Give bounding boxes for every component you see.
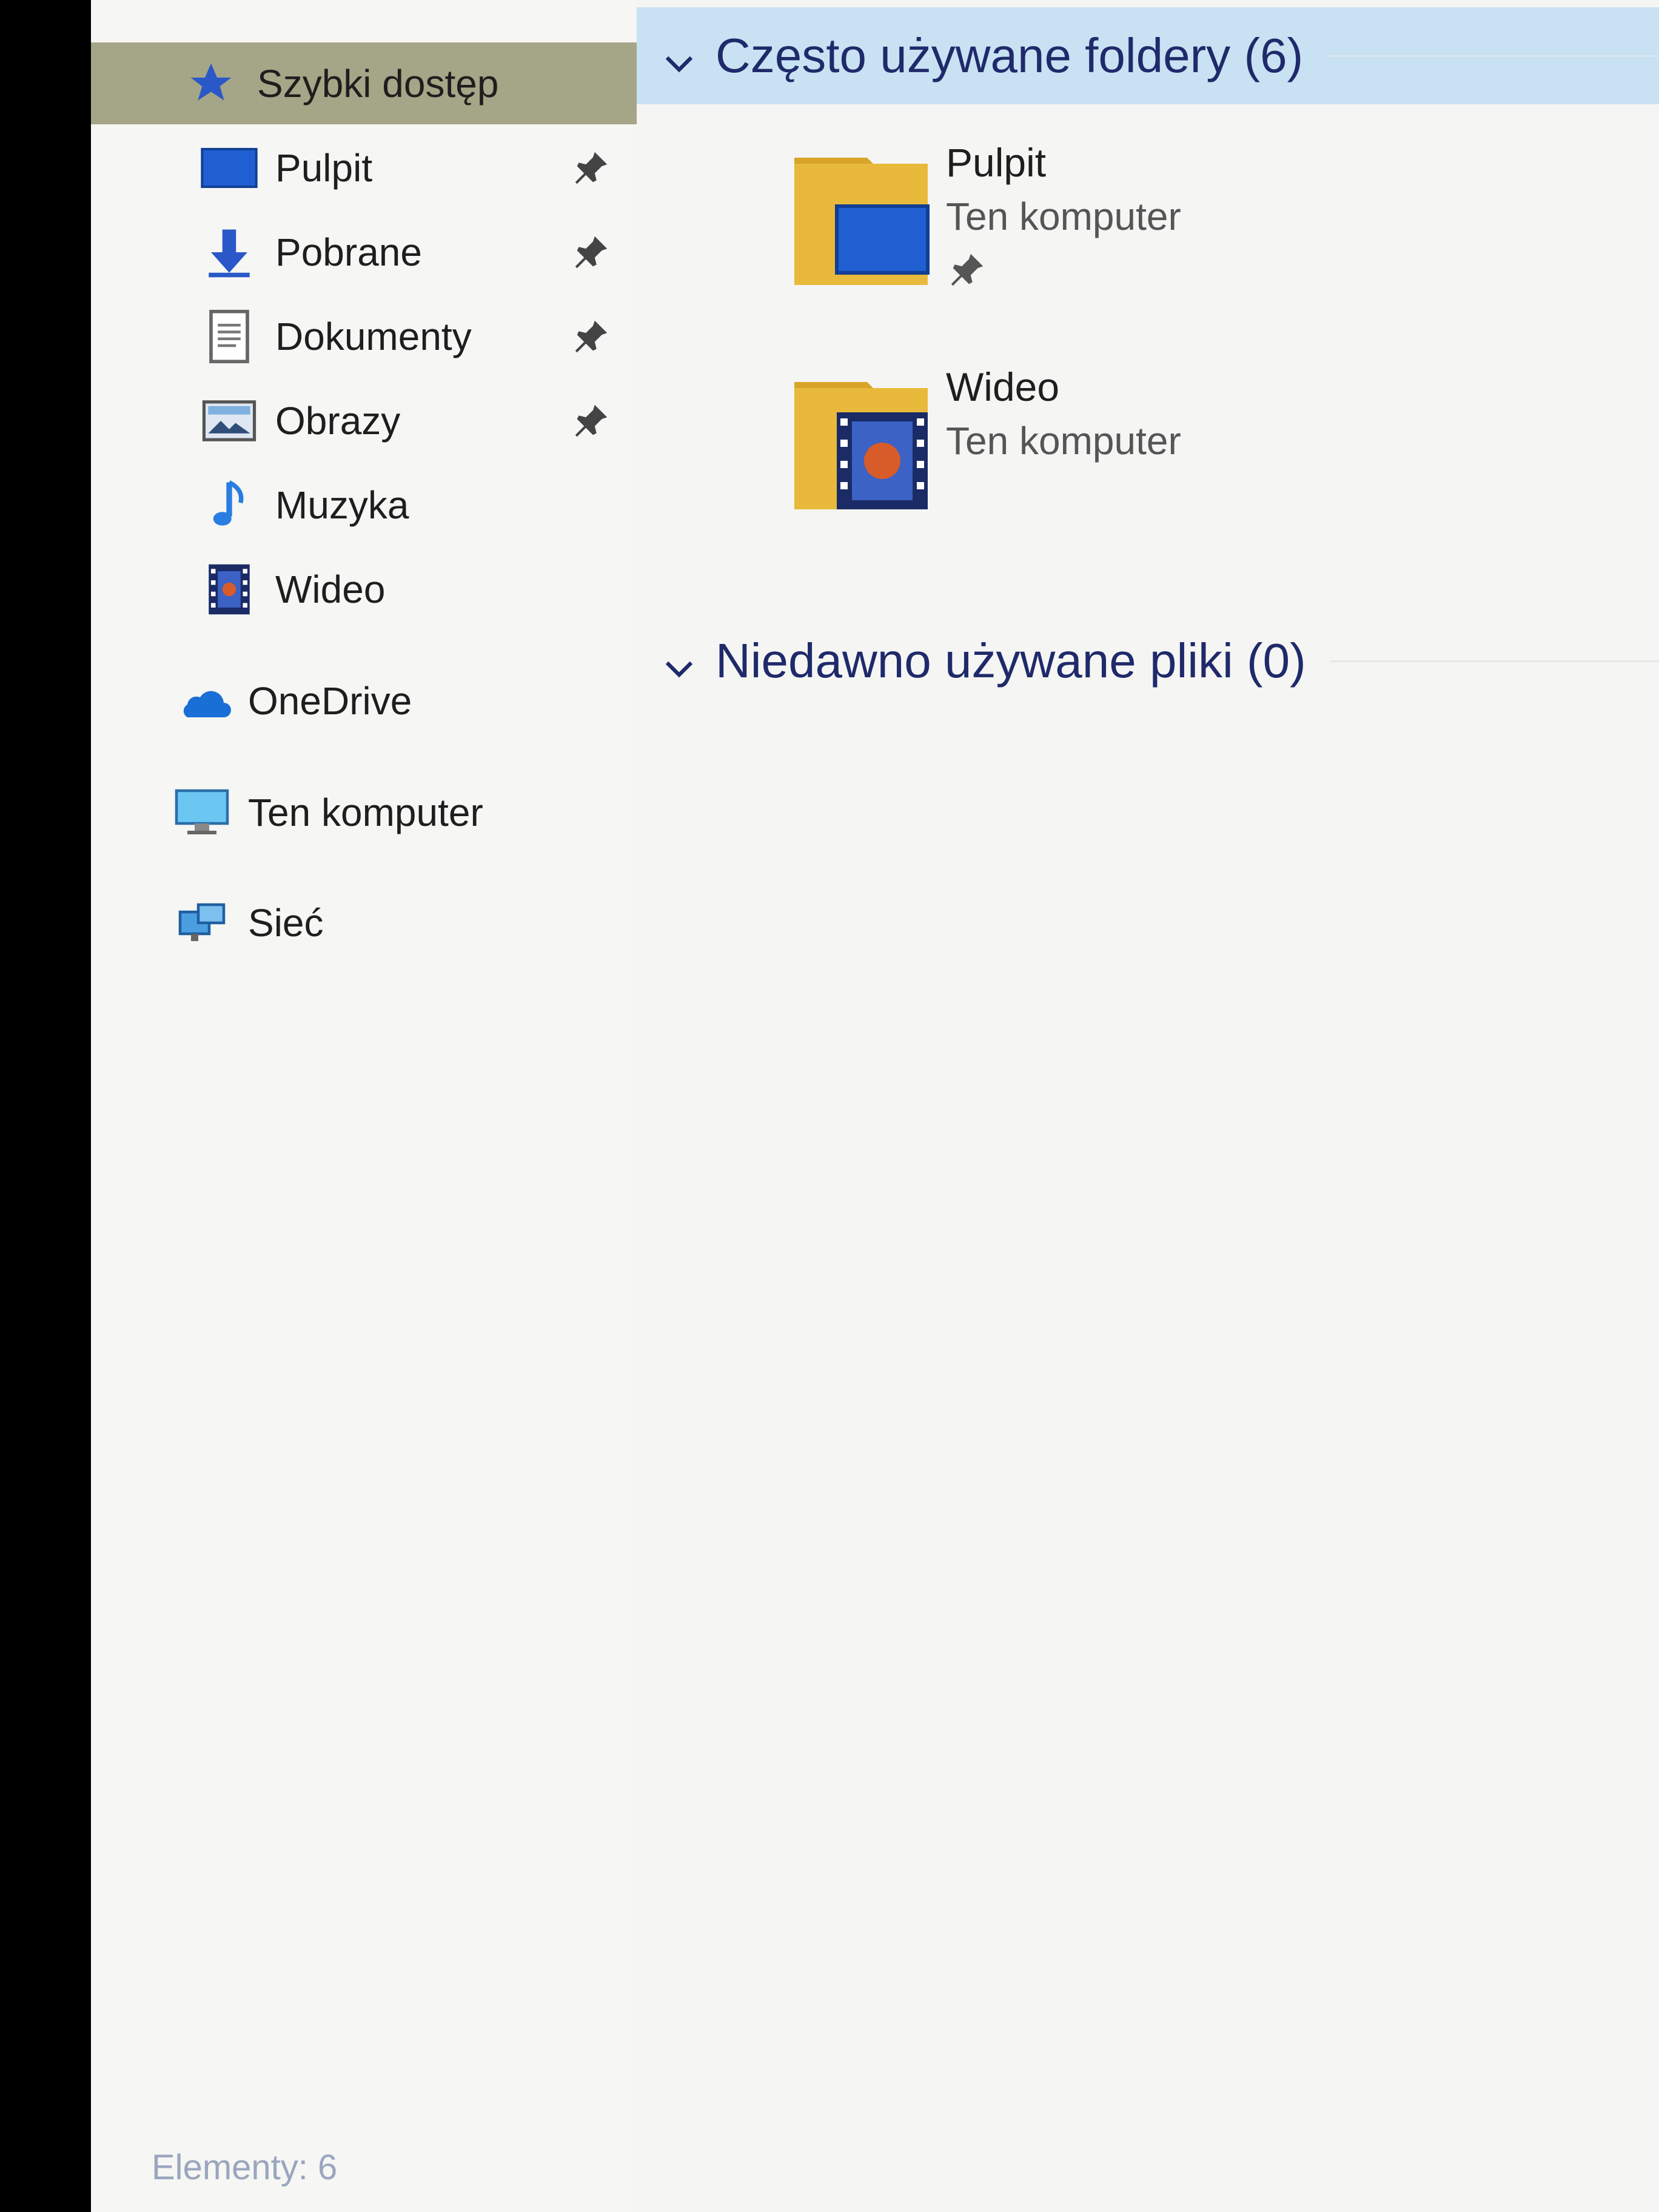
chevron-down-icon — [661, 643, 697, 679]
group-header-label: Często używane foldery (6) — [716, 28, 1304, 82]
computer-monitor-icon — [173, 783, 231, 842]
music-note-icon — [200, 476, 258, 534]
nav-item-pulpit[interactable]: Pulpit — [200, 132, 612, 204]
folder-name: Pulpit — [946, 140, 1047, 185]
chevron-down-icon — [661, 38, 697, 74]
content-pane: Często używane foldery (6) Pulpit Ten ko… — [637, 0, 1659, 2212]
pin-icon[interactable] — [570, 231, 612, 273]
folder-tile-pulpit[interactable]: Pulpit Ten komputer — [788, 139, 1285, 321]
nav-item-wideo[interactable]: Wideo — [200, 553, 612, 626]
nav-item-label: OneDrive — [248, 679, 412, 723]
group-header-frequent-folders[interactable]: Często używane foldery (6) — [637, 7, 1659, 104]
nav-quick-access-label: Szybki dostęp — [257, 61, 499, 106]
pin-icon — [946, 249, 988, 291]
pictures-icon — [200, 392, 258, 450]
folder-location: Ten komputer — [946, 419, 1181, 463]
nav-item-label: Obrazy — [275, 399, 401, 443]
folder-tile-wideo[interactable]: Wideo Ten komputer — [788, 364, 1285, 546]
document-icon — [200, 307, 258, 366]
pin-icon[interactable] — [570, 400, 612, 442]
nav-item-muzyka[interactable]: Muzyka — [200, 469, 612, 541]
nav-item-label: Dokumenty — [275, 315, 472, 358]
nav-item-label: Sieć — [248, 901, 324, 945]
desktop-icon — [200, 139, 258, 197]
folder-location: Ten komputer — [946, 195, 1181, 238]
nav-item-this-pc[interactable]: Ten komputer — [173, 776, 612, 849]
nav-quick-access[interactable]: Szybki dostęp — [91, 42, 637, 124]
download-arrow-icon — [200, 223, 258, 281]
pin-icon[interactable] — [570, 147, 612, 189]
nav-item-pobrane[interactable]: Pobrane — [200, 216, 612, 289]
group-header-label: Niedawno używane pliki (0) — [716, 634, 1306, 688]
nav-item-label: Wideo — [275, 568, 386, 611]
nav-item-network[interactable]: Sieć — [173, 886, 612, 959]
group-header-recent-files[interactable]: Niedawno używane pliki (0) — [637, 612, 1659, 709]
navigation-pane: Szybki dostęp Pulpit Pobrane Dokumenty O… — [91, 0, 637, 2212]
header-divider — [1327, 55, 1659, 57]
folder-name: Wideo — [946, 364, 1060, 409]
pin-icon[interactable] — [570, 315, 612, 358]
nav-item-dokumenty[interactable]: Dokumenty — [200, 300, 612, 373]
nav-item-onedrive[interactable]: OneDrive — [173, 665, 612, 737]
folder-desktop-icon — [788, 139, 934, 297]
file-explorer-window: Szybki dostęp Pulpit Pobrane Dokumenty O… — [91, 0, 1659, 2212]
nav-item-label: Pobrane — [275, 230, 422, 274]
nav-item-obrazy[interactable]: Obrazy — [200, 384, 612, 457]
status-bar-item-count: Elementy: 6 — [152, 2148, 338, 2187]
network-icon — [173, 894, 231, 952]
nav-item-label: Pulpit — [275, 146, 373, 190]
nav-item-label: Muzyka — [275, 483, 409, 527]
folder-video-icon — [788, 364, 934, 521]
cloud-icon — [173, 672, 231, 730]
nav-item-label: Ten komputer — [248, 791, 483, 834]
video-film-icon — [200, 560, 258, 618]
header-divider — [1330, 660, 1659, 662]
star-icon — [182, 55, 240, 113]
